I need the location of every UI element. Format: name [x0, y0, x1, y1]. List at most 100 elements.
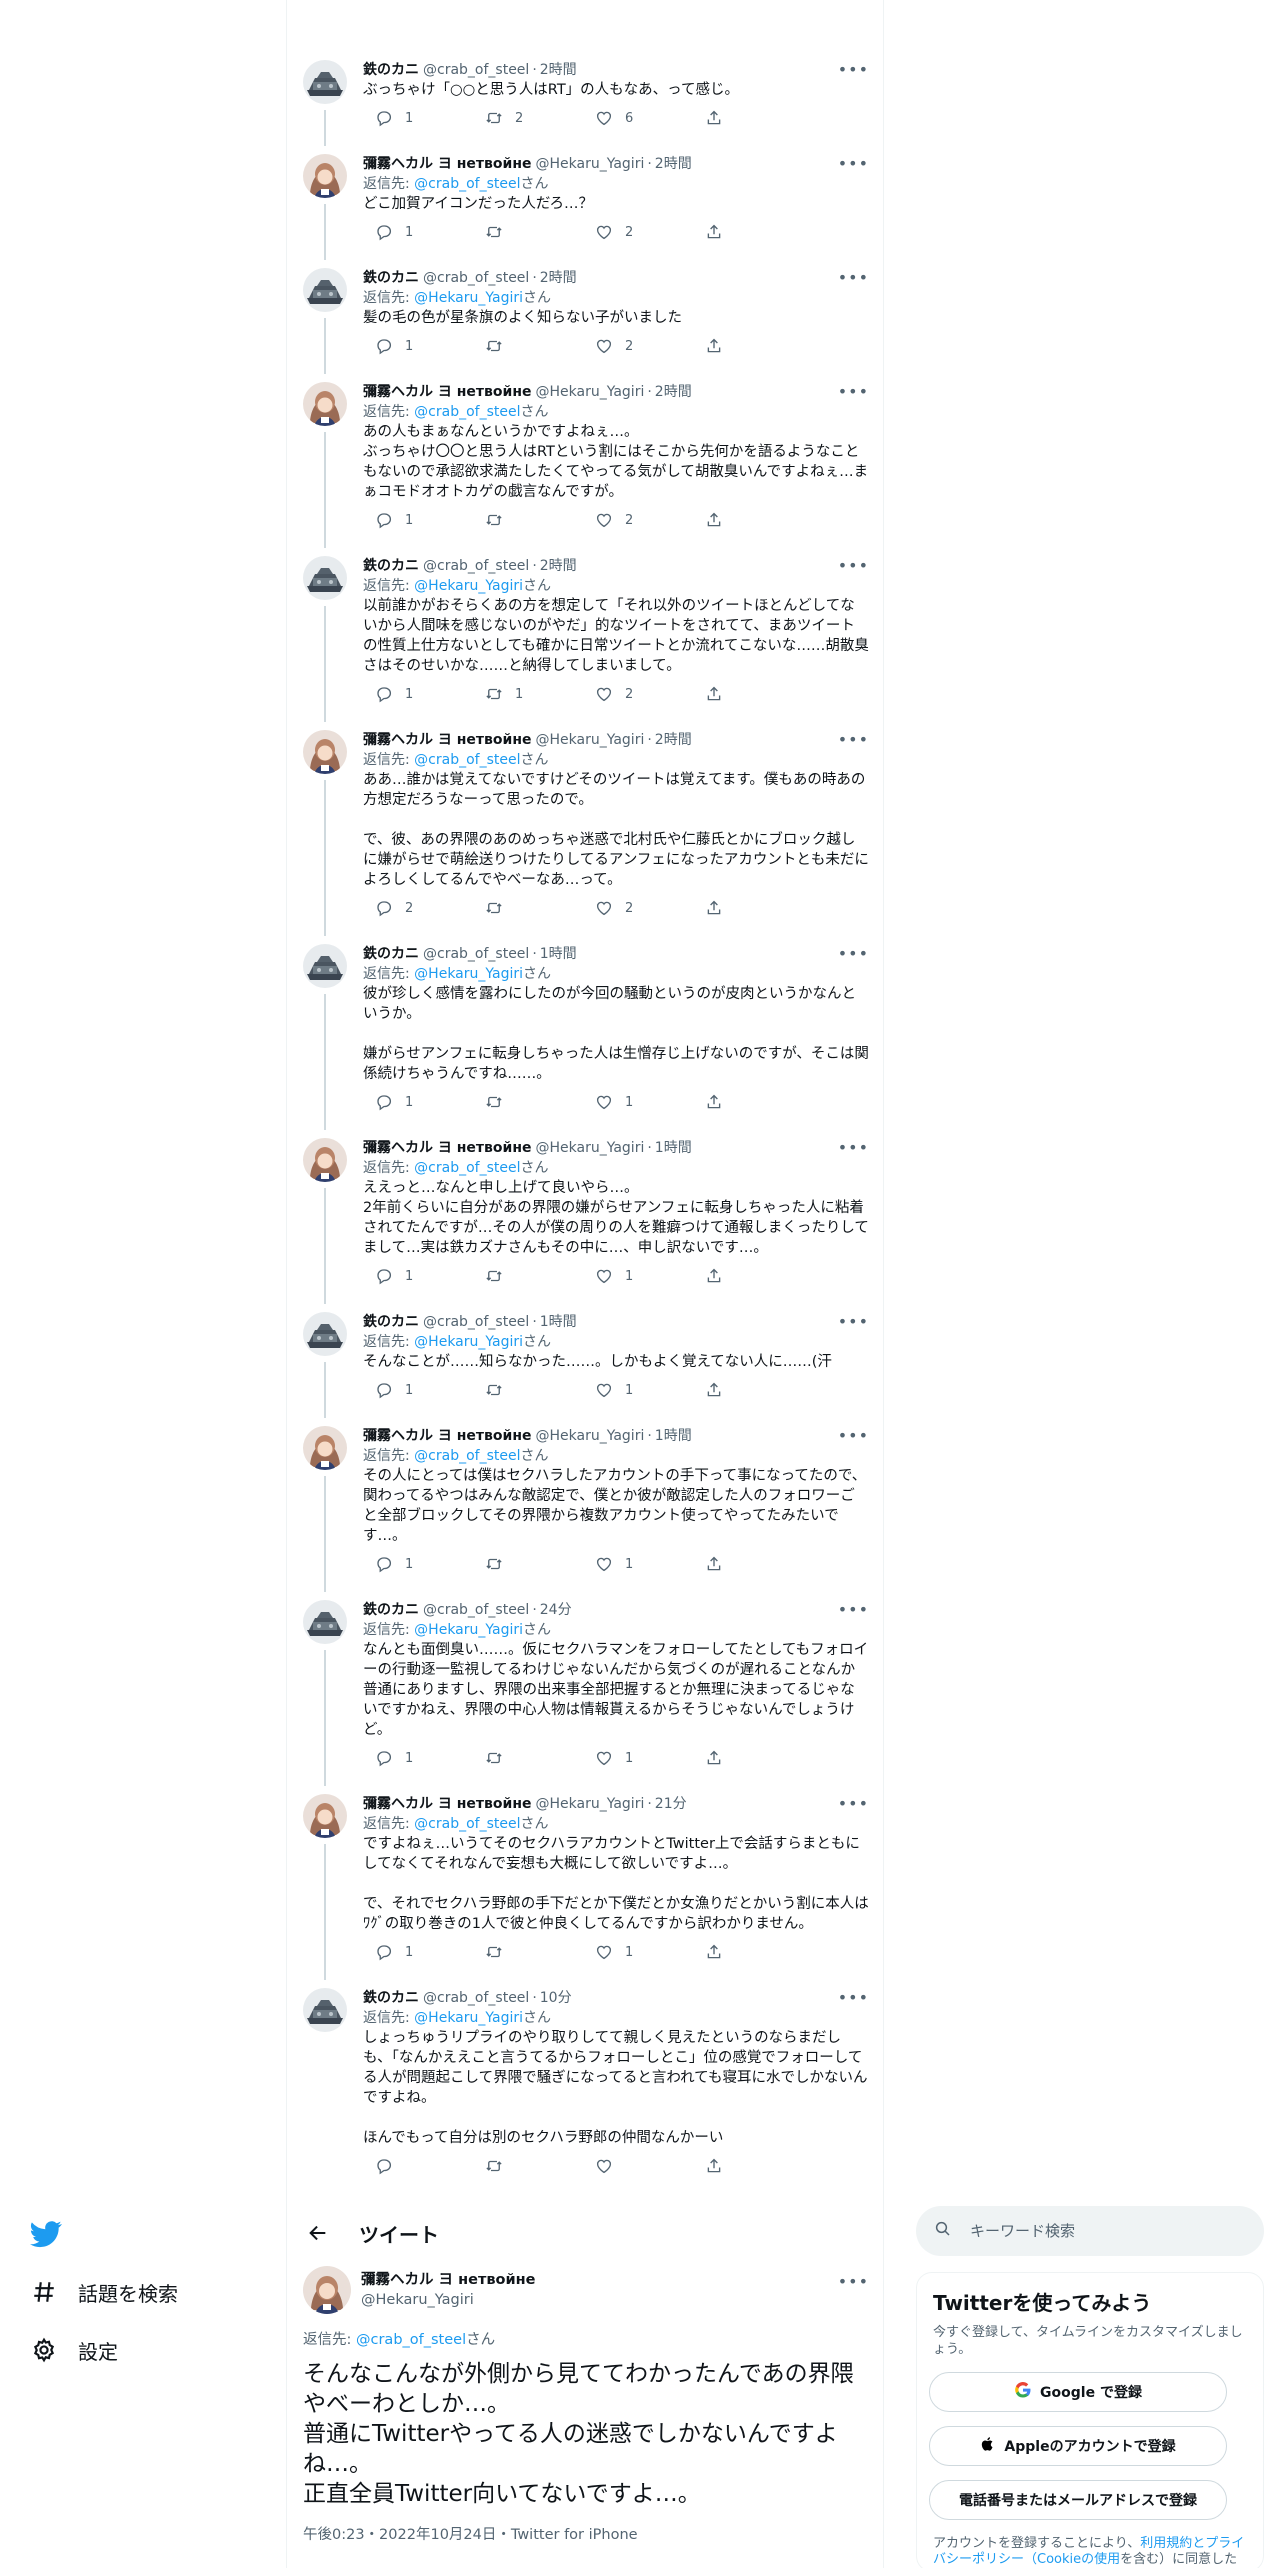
avatar[interactable] — [303, 556, 347, 600]
author-name[interactable]: 彌霧ヘカル ヨ нетвойне — [363, 382, 532, 402]
tweet[interactable]: 鉄のカニ @crab_of_steel · 1時間 ••• 返信先: @Heka… — [287, 932, 883, 1130]
author-name[interactable]: 鉄のカニ — [363, 268, 419, 288]
more-options-icon[interactable]: ••• — [838, 1600, 869, 1620]
apple-signup-button[interactable]: Appleのアカウントで登録 — [929, 2426, 1227, 2466]
tweet[interactable]: 鉄のカニ @crab_of_steel · 2時間 ••• 返信先: @Heka… — [287, 256, 883, 374]
more-options-icon[interactable]: ••• — [838, 2272, 869, 2291]
tweet-time[interactable]: 1時間 — [540, 944, 577, 964]
tweet[interactable]: 鉄のカニ @crab_of_steel · 2時間 ••• ぶっちゃけ「○○と思… — [287, 48, 883, 146]
like-button[interactable]: 6 — [583, 109, 693, 127]
search-bar[interactable] — [916, 2206, 1264, 2256]
share-button[interactable] — [693, 1093, 803, 1111]
share-button[interactable] — [693, 337, 803, 355]
author-handle[interactable]: @Hekaru_Yagiri — [361, 2290, 536, 2310]
share-button[interactable] — [693, 1381, 803, 1399]
reply-button[interactable]: 1 — [363, 1267, 473, 1285]
author-handle[interactable]: @crab_of_steel — [423, 1988, 529, 2008]
author-name[interactable]: 彌霧ヘカル ヨ нетвойне — [363, 1794, 532, 1814]
retweet-button[interactable] — [473, 223, 583, 241]
author-handle[interactable]: @Hekaru_Yagiri — [536, 382, 645, 402]
reply-to-link[interactable]: @Hekaru_Yagiri — [414, 1334, 523, 1350]
more-options-icon[interactable]: ••• — [838, 1138, 869, 1158]
more-options-icon[interactable]: ••• — [838, 1312, 869, 1332]
reply-to-link[interactable]: @crab_of_steel — [414, 1816, 520, 1832]
reply-button[interactable]: 2 — [363, 899, 473, 917]
like-button[interactable]: 2 — [583, 511, 693, 529]
retweet-button[interactable] — [473, 1749, 583, 1767]
avatar[interactable] — [303, 1426, 347, 1470]
tweet-time[interactable]: 21分 — [655, 1794, 687, 1814]
avatar[interactable] — [303, 1988, 347, 2032]
author-name[interactable]: 彌霧ヘカル ヨ нетвойне — [363, 730, 532, 750]
like-button[interactable]: 2 — [583, 337, 693, 355]
avatar[interactable] — [303, 268, 347, 312]
share-button[interactable] — [693, 2157, 803, 2175]
more-options-icon[interactable]: ••• — [838, 944, 869, 964]
share-button[interactable] — [693, 1943, 803, 1961]
tweet[interactable]: 鉄のカニ @crab_of_steel · 1時間 ••• 返信先: @Heka… — [287, 1300, 883, 1418]
share-button[interactable] — [693, 685, 803, 703]
avatar[interactable] — [303, 382, 347, 426]
reply-button[interactable]: 1 — [363, 1381, 473, 1399]
more-options-icon[interactable]: ••• — [838, 556, 869, 576]
reply-to-link[interactable]: @crab_of_steel — [414, 1160, 520, 1176]
tweet-time[interactable]: 24分 — [540, 1600, 572, 1620]
author-handle[interactable]: @crab_of_steel — [423, 268, 529, 288]
author-handle[interactable]: @Hekaru_Yagiri — [536, 730, 645, 750]
tweet-time[interactable]: 10分 — [540, 1988, 572, 2008]
like-button[interactable]: 1 — [583, 1267, 693, 1285]
more-options-icon[interactable]: ••• — [838, 1988, 869, 2008]
reply-to-link[interactable]: @crab_of_steel — [414, 404, 520, 420]
reply-to-link[interactable]: @crab_of_steel — [414, 752, 520, 768]
tweet-time[interactable]: 2時間 — [655, 730, 692, 750]
more-options-icon[interactable]: ••• — [838, 60, 869, 80]
reply-button[interactable]: 1 — [363, 685, 473, 703]
reply-to-link[interactable]: @crab_of_steel — [414, 176, 520, 192]
share-button[interactable] — [693, 1749, 803, 1767]
more-options-icon[interactable]: ••• — [838, 730, 869, 750]
tweet-time[interactable]: 2時間 — [540, 60, 577, 80]
author-handle[interactable]: @Hekaru_Yagiri — [536, 1794, 645, 1814]
reply-to-link[interactable]: @crab_of_steel — [356, 2332, 466, 2348]
share-button[interactable] — [693, 511, 803, 529]
tweet-time[interactable]: 2時間 — [540, 268, 577, 288]
share-button[interactable] — [693, 109, 803, 127]
avatar[interactable] — [303, 730, 347, 774]
author-name[interactable]: 鉄のカニ — [363, 944, 419, 964]
author-handle[interactable]: @crab_of_steel — [423, 60, 529, 80]
tweet-time[interactable]: 2時間 — [540, 556, 577, 576]
reply-button[interactable] — [363, 2157, 473, 2175]
author-name[interactable]: 鉄のカニ — [363, 1600, 419, 1620]
share-button[interactable] — [693, 1555, 803, 1573]
retweet-button[interactable] — [473, 1381, 583, 1399]
author-name[interactable]: 彌霧ヘカル ヨ нетвойне — [361, 2270, 536, 2290]
avatar[interactable] — [303, 944, 347, 988]
reply-button[interactable]: 1 — [363, 1555, 473, 1573]
more-options-icon[interactable]: ••• — [838, 154, 869, 174]
retweet-button[interactable] — [473, 1093, 583, 1111]
author-handle[interactable]: @Hekaru_Yagiri — [536, 1138, 645, 1158]
reply-to-link[interactable]: @crab_of_steel — [414, 1448, 520, 1464]
more-options-icon[interactable]: ••• — [838, 1794, 869, 1814]
like-button[interactable]: 2 — [583, 223, 693, 241]
tweet-time[interactable]: 1時間 — [655, 1426, 692, 1446]
nav-explore[interactable]: 話題を検索 — [30, 2272, 178, 2312]
reply-button[interactable]: 1 — [363, 1749, 473, 1767]
avatar[interactable] — [303, 2266, 351, 2314]
reply-button[interactable]: 1 — [363, 1093, 473, 1111]
tweet[interactable]: 彌霧ヘカル ヨ нетвойне @Hekaru_Yagiri · 2時間 ••… — [287, 718, 883, 936]
twitter-logo-icon[interactable] — [30, 2218, 66, 2254]
like-button[interactable]: 1 — [583, 1943, 693, 1961]
share-button[interactable] — [693, 899, 803, 917]
tweet[interactable]: 彌霧ヘカル ヨ нетвойне @Hekaru_Yagiri · 1時間 ••… — [287, 1414, 883, 1592]
like-button[interactable]: 1 — [583, 1555, 693, 1573]
author-name[interactable]: 彌霧ヘカル ヨ нетвойне — [363, 154, 532, 174]
tweet[interactable]: 鉄のカニ @crab_of_steel · 10分 ••• 返信先: @Heka… — [287, 1976, 883, 2190]
reply-to-link[interactable]: @Hekaru_Yagiri — [414, 578, 523, 594]
author-name[interactable]: 鉄のカニ — [363, 60, 419, 80]
retweet-button[interactable] — [473, 337, 583, 355]
tweet[interactable]: 彌霧ヘカル ヨ нетвойне @Hekaru_Yagiri · 2時間 ••… — [287, 142, 883, 260]
share-button[interactable] — [693, 1267, 803, 1285]
tweet[interactable]: 彌霧ヘカル ヨ нетвойне @Hekaru_Yagiri · 1時間 ••… — [287, 1126, 883, 1304]
retweet-button[interactable] — [473, 511, 583, 529]
